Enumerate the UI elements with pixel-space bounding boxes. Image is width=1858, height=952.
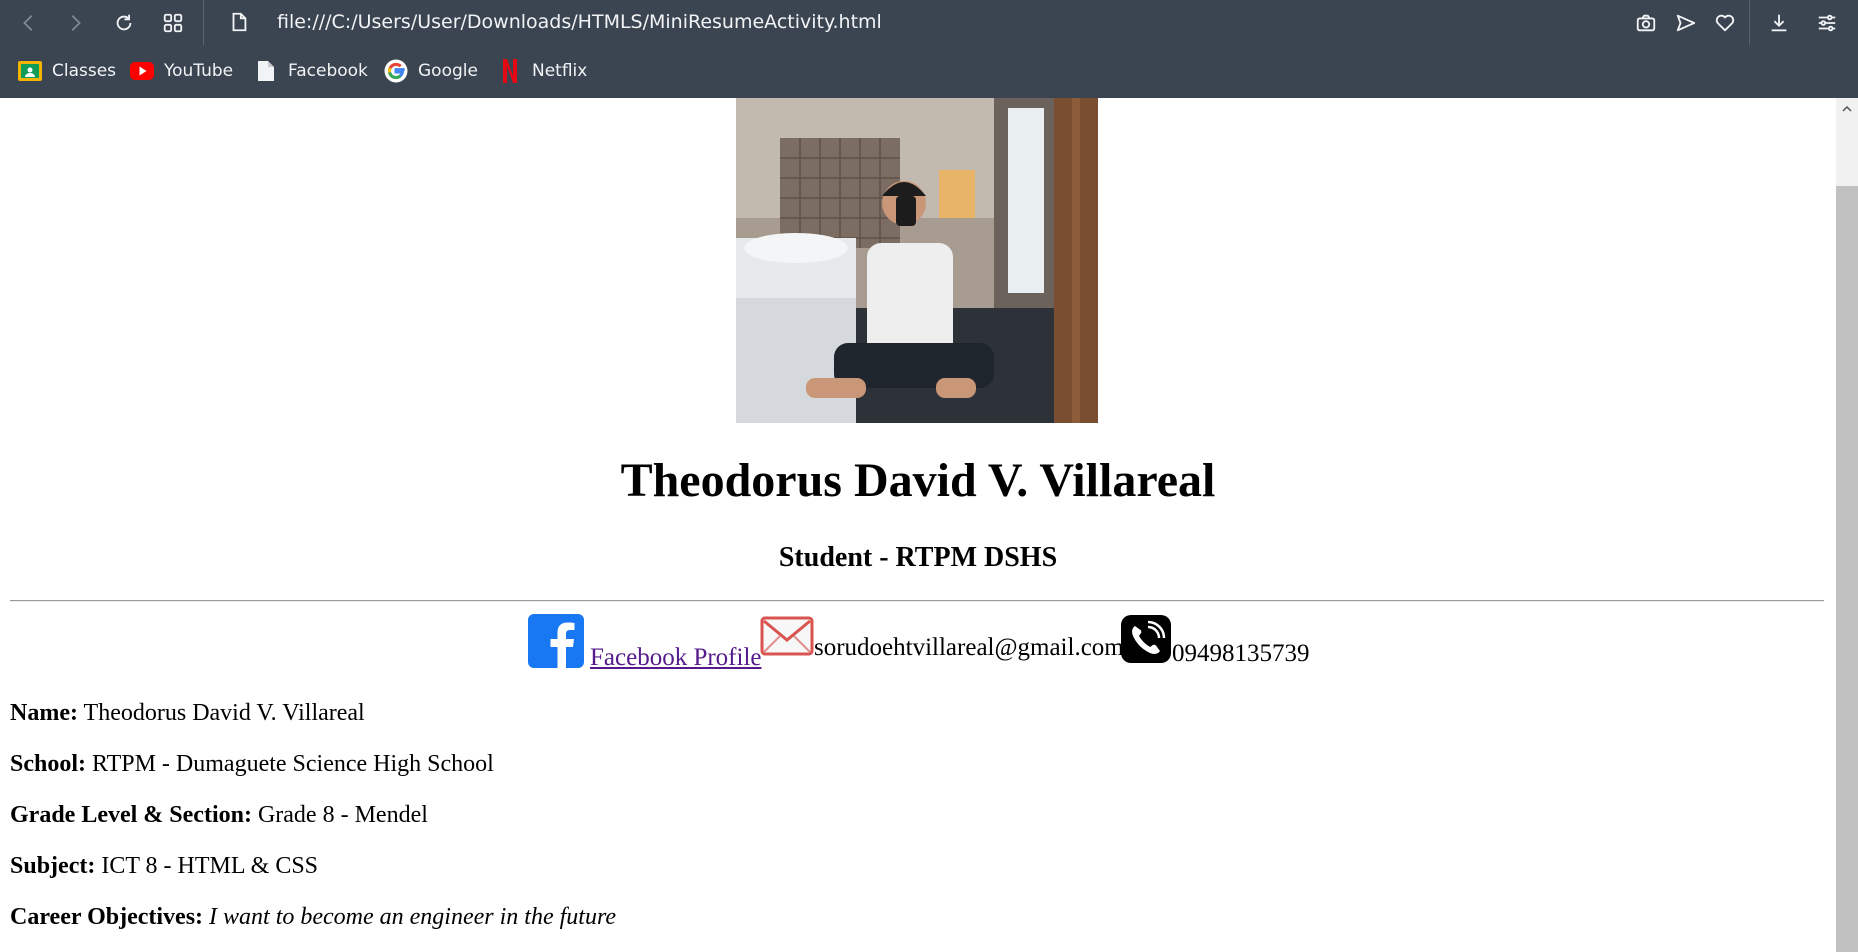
file-icon <box>232 12 247 32</box>
school-value: RTPM - Dumaguete Science High School <box>92 751 494 777</box>
bookmark-label: Netflix <box>532 61 588 81</box>
bookmark-label: Facebook <box>288 61 368 81</box>
career-label: Career Objectives: <box>10 904 204 930</box>
netflix-icon <box>498 59 522 83</box>
resume-role-heading: Student - RTPM DSHS <box>778 542 1058 573</box>
name-label: Name: <box>10 700 78 726</box>
bookmark-google[interactable]: Google <box>384 58 478 84</box>
camera-icon <box>1636 14 1656 32</box>
chevron-right-icon <box>71 15 81 31</box>
sliders-icon <box>1818 14 1836 32</box>
browser-chrome: file:///C:/Users/User/Downloads/HTMLS/Mi… <box>0 0 1858 98</box>
grade-label: Grade Level & Section: <box>10 802 252 828</box>
send-button[interactable] <box>1671 8 1701 38</box>
send-icon <box>1676 14 1696 32</box>
page-viewport: Theodorus David V. Villareal Student - R… <box>0 98 1836 952</box>
career-value: I want to become an engineer in the futu… <box>209 904 617 930</box>
info-school: School: RTPM - Dumaguete Science High Sc… <box>10 749 494 779</box>
facebook-icon <box>528 614 584 673</box>
page-icon <box>254 59 278 83</box>
school-label: School: <box>10 751 87 777</box>
scrollbar-thumb[interactable] <box>1836 186 1858 952</box>
screenshot-button[interactable] <box>1631 8 1661 38</box>
forward-button[interactable] <box>60 8 90 38</box>
reload-icon <box>116 14 132 31</box>
scroll-up-arrow-icon[interactable] <box>1842 104 1852 114</box>
resume-name-heading: Theodorus David V. Villareal <box>620 454 1216 507</box>
bookmark-classes[interactable]: Classes <box>18 58 116 84</box>
chevron-left-icon <box>23 15 33 31</box>
grade-value: Grade 8 - Mendel <box>257 802 428 828</box>
bookmark-label: Google <box>418 61 478 81</box>
youtube-icon <box>130 59 154 83</box>
subject-label: Subject: <box>10 853 96 879</box>
name-value: Theodorus David V. Villareal <box>83 700 365 726</box>
grid-icon <box>163 13 183 33</box>
google-icon <box>384 59 408 83</box>
info-subject: Subject: ICT 8 - HTML & CSS <box>10 851 318 881</box>
heart-icon <box>1715 14 1735 32</box>
downloads-button[interactable] <box>1764 8 1794 38</box>
reload-button[interactable] <box>109 8 139 38</box>
google-classroom-icon <box>18 59 42 83</box>
phone-contact: 09498135739 <box>1120 614 1310 669</box>
profile-photo <box>736 98 1098 423</box>
email-contact: sorudoehtvillareal@gmail.com <box>760 614 1124 663</box>
mail-icon <box>760 614 814 663</box>
favorite-button[interactable] <box>1710 8 1740 38</box>
download-icon <box>1771 14 1787 32</box>
toolbar-divider <box>1749 0 1750 45</box>
tabs-overview-button[interactable] <box>158 8 188 38</box>
subject-value: ICT 8 - HTML & CSS <box>101 853 319 879</box>
bookmark-label: Classes <box>52 61 117 81</box>
info-name: Name: Theodorus David V. Villareal <box>10 698 365 728</box>
email-address: sorudoehtvillareal@gmail.com <box>814 634 1124 661</box>
contact-row: Facebook Profile sorudoehtvillareal@gmai… <box>0 614 1836 674</box>
address-bar[interactable]: file:///C:/Users/User/Downloads/HTMLS/Mi… <box>277 9 882 35</box>
info-career: Career Objectives: I want to become an e… <box>10 902 616 932</box>
horizontal-rule <box>10 600 1824 602</box>
toolbar-divider <box>203 0 204 45</box>
bookmark-label: YouTube <box>164 61 234 81</box>
settings-menu-button[interactable] <box>1812 8 1842 38</box>
phone-icon <box>1120 614 1172 669</box>
bookmark-facebook[interactable]: Facebook <box>254 58 368 84</box>
vertical-scrollbar[interactable] <box>1836 98 1858 952</box>
bookmark-netflix[interactable]: Netflix <box>498 58 587 84</box>
bookmarks-bar: Classes YouTube Facebook Google Netflix <box>0 50 1858 92</box>
facebook-profile-link[interactable]: Facebook Profile <box>590 643 761 673</box>
back-button[interactable] <box>14 8 44 38</box>
bookmark-youtube[interactable]: YouTube <box>130 58 233 84</box>
info-grade: Grade Level & Section: Grade 8 - Mendel <box>10 800 428 830</box>
phone-number: 09498135739 <box>1172 640 1310 667</box>
facebook-contact: Facebook Profile <box>528 614 761 673</box>
browser-toolbar: file:///C:/Users/User/Downloads/HTMLS/Mi… <box>0 0 1858 45</box>
